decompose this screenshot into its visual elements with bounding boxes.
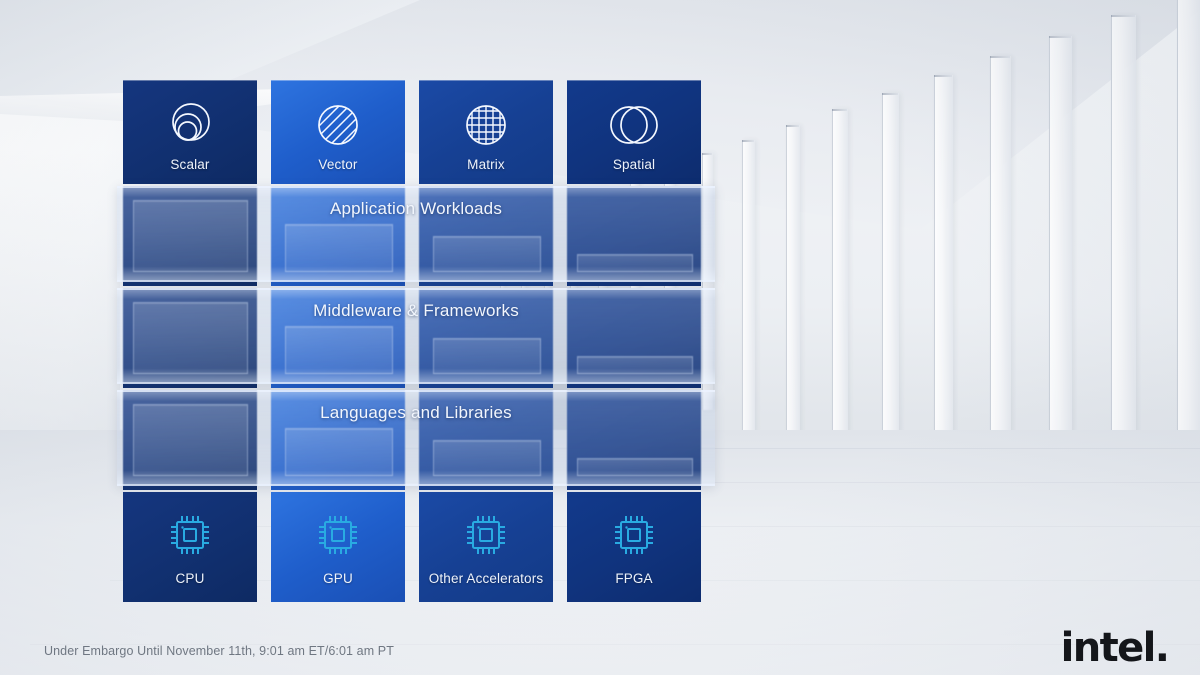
grid-circle-icon [419, 94, 553, 156]
card-label: FPGA [615, 571, 653, 586]
card-label: Spatial [612, 157, 656, 172]
card-label: Vector [318, 157, 358, 172]
nested-circles-icon [123, 94, 257, 156]
band-label: Application Workloads [329, 199, 503, 218]
wall-fin [742, 139, 756, 435]
wall-fin-cap [1111, 15, 1135, 18]
card-label: CPU [175, 571, 205, 586]
wall-fin-cap [701, 153, 713, 156]
card-label: Other Accelerators [428, 571, 544, 586]
chip-icon [123, 510, 257, 560]
card-spatial-header[interactable]: Spatial [567, 80, 701, 184]
slide-canvas: Scalar CPU Vector GPU Matrix Other Accelerato… [0, 0, 1200, 675]
chip-icon [567, 510, 701, 560]
intel-logo-text: intel [1060, 625, 1157, 671]
intel-logo-dot: . [1154, 625, 1170, 671]
card-spatial-footer[interactable]: FPGA [567, 492, 701, 602]
wall-fin [785, 125, 800, 461]
wall-fin-cap [881, 92, 899, 95]
wall-fin-cap [1049, 36, 1071, 39]
card-vector-footer[interactable]: GPU [271, 492, 405, 602]
intel-logo: intel. [1061, 628, 1170, 668]
chip-icon [419, 510, 553, 560]
embargo-notice: Under Embargo Until November 11th, 9:01 … [44, 644, 394, 658]
card-label: Scalar [170, 157, 210, 172]
card-label: GPU [323, 571, 353, 586]
card-scalar-footer[interactable]: CPU [123, 492, 257, 602]
card-vector-header[interactable]: Vector [271, 80, 405, 184]
band-languages-libraries[interactable]: Languages and Libraries [117, 390, 715, 486]
card-matrix-footer[interactable]: Other Accelerators [419, 492, 553, 602]
overlapping-circles-icon [567, 94, 701, 156]
card-scalar-header[interactable]: Scalar [123, 80, 257, 184]
wall-fin-cap [832, 109, 847, 112]
band-label: Languages and Libraries [320, 403, 512, 422]
chip-icon [271, 510, 405, 560]
wall-fin-cap [742, 139, 755, 142]
band-middleware-frameworks[interactable]: Middleware & Frameworks [117, 288, 715, 384]
hatched-circle-icon [271, 94, 405, 156]
wall-fin-cap [785, 125, 799, 127]
card-label: Matrix [467, 157, 505, 172]
wall-fin-cap [990, 56, 1011, 58]
band-label: Middleware & Frameworks [313, 301, 519, 320]
wall-fin-cap [934, 74, 953, 77]
band-application-workloads[interactable]: Application Workloads [117, 186, 715, 282]
card-matrix-header[interactable]: Matrix [419, 80, 553, 184]
